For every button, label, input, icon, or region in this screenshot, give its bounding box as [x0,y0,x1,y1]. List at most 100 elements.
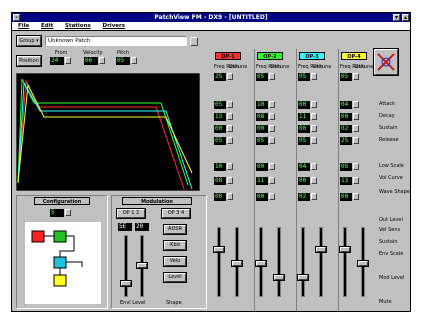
op1-spin-4-icon[interactable] [227,125,233,132]
kbd-button[interactable]: Kbd [163,240,187,251]
op3-slider-1-knob[interactable] [297,274,309,281]
op1-spin-6-icon[interactable] [227,163,233,170]
op4-header[interactable]: OP-4 [341,52,367,60]
op1-spin-1-icon[interactable] [227,73,233,80]
menu-stations[interactable]: Stations [65,23,91,29]
op4-readout-8: 00 [340,193,352,201]
op1-readout-6: 10 [214,163,226,171]
side-label-12: Mod Level [379,275,405,281]
logo-button[interactable] [373,48,399,76]
patch-spin-icon[interactable] [190,37,198,46]
system-menu-icon[interactable]: - [13,14,20,21]
op1-slider-1-knob[interactable] [213,246,225,253]
op3-spin-5-icon[interactable] [311,137,317,144]
configuration-title: Configuration [34,197,90,205]
op3-readout-1: 05 [298,73,310,81]
op2-readout-8: 00 [256,193,268,201]
op4-readout-2: 04 [340,101,352,109]
velocity-spin-icon[interactable] [99,57,105,64]
op1-readout-4: 00 [214,125,226,133]
mod-slider-right-knob[interactable] [136,262,148,269]
op4-slider-1-knob[interactable] [339,246,351,253]
op3-slider-1-track[interactable] [301,227,305,297]
position-button[interactable]: Position [16,55,42,67]
from-label: From [55,50,68,56]
op4-slider-2-knob[interactable] [357,260,369,267]
op4-spin-8-icon[interactable] [353,193,359,200]
minimize-icon[interactable]: ▾ [393,14,400,21]
pitch-spin-icon[interactable] [131,57,137,64]
op4-readout-7: 13 [340,177,352,185]
op1-header[interactable]: OP-1 [215,52,241,60]
op2-slider-1-knob[interactable] [255,260,267,267]
op3-slider-2-track[interactable] [319,227,323,297]
op12-button[interactable]: OP 1 2 [116,208,146,219]
op1-spin-3-icon[interactable] [227,113,233,120]
op2-spin-3-icon[interactable] [269,113,275,120]
config-readout: 5 [50,209,64,217]
velo-button[interactable]: Velo [163,256,187,267]
op4-slider-1-track[interactable] [343,227,347,297]
modulation-title: Modulation [122,197,192,205]
op1-readout-1: 25 [214,73,226,81]
op4-spin-7-icon[interactable] [353,177,359,184]
mod-slider-left-track[interactable] [124,235,128,297]
from-spin-icon[interactable] [65,57,71,64]
side-label-2: Decay [379,113,395,119]
side-label-1: Attack [379,101,395,107]
group-label: Group [19,38,35,44]
op4-spin-6-icon[interactable] [353,163,359,170]
op4-spin-1-icon[interactable] [353,73,359,80]
op34-button[interactable]: OP 3 4 [161,208,191,219]
op2-slider-2-knob[interactable] [273,274,285,281]
config-spin-icon[interactable] [65,209,71,216]
op4-spin-5-icon[interactable] [353,137,359,144]
op3-spin-2-icon[interactable] [311,101,317,108]
op-divider-2 [296,49,297,311]
op3-slider-2-knob[interactable] [315,246,327,253]
side-label-8: Out Level [379,217,403,223]
op2-spin-6-icon[interactable] [269,163,275,170]
op3-spin-1-icon[interactable] [311,73,317,80]
op2-readout-5: 05 [256,137,268,145]
menu-file[interactable]: File [18,23,29,29]
op3-spin-6-icon[interactable] [311,163,317,170]
op2-spin-1-icon[interactable] [269,73,275,80]
op2-spin-5-icon[interactable] [269,137,275,144]
op4-spin-3-icon[interactable] [353,113,359,120]
op2-spin-4-icon[interactable] [269,125,275,132]
op4-spin-4-icon[interactable] [353,125,359,132]
op3-spin-7-icon[interactable] [311,177,317,184]
op2-readout-1: 05 [256,73,268,81]
op2-spin-2-icon[interactable] [269,101,275,108]
side-label-7: Wave Shape [379,189,410,195]
op1-spin-7-icon[interactable] [227,177,233,184]
op2-spin-7-icon[interactable] [269,177,275,184]
op1-slider-2-knob[interactable] [231,260,243,267]
level-button[interactable]: Level [163,272,187,283]
op3-readout-2: 00 [298,101,310,109]
op4-spin-2-icon[interactable] [353,101,359,108]
op1-slider-1-track[interactable] [217,227,221,297]
op3-spin-3-icon[interactable] [311,113,317,120]
op2-spin-8-icon[interactable] [269,193,275,200]
mod-readout-right: 20 [135,223,149,231]
op1-spin-2-icon[interactable] [227,101,233,108]
mod-slider-left-knob[interactable] [120,280,132,287]
op2-slider-2-track[interactable] [277,227,281,297]
patch-name-field[interactable]: Unknown Patch [45,36,187,46]
op2-header[interactable]: OP-2 [257,52,283,60]
op1-spin-8-icon[interactable] [227,193,233,200]
op1-readout-8: 00 [214,193,226,201]
group-button[interactable]: Group ▾ [16,35,42,47]
op3-header[interactable]: OP-3 [299,52,325,60]
menu-drivers[interactable]: Drivers [103,23,125,29]
adsr-button[interactable]: ADSR [163,224,187,235]
op3-spin-8-icon[interactable] [311,193,317,200]
op3-spin-4-icon[interactable] [311,125,317,132]
menu-edit[interactable]: Edit [41,23,53,29]
maximize-icon[interactable]: ▴ [402,14,409,21]
op-divider-1 [254,49,255,311]
op1-readout-7: 08 [214,177,226,185]
op1-spin-5-icon[interactable] [227,137,233,144]
